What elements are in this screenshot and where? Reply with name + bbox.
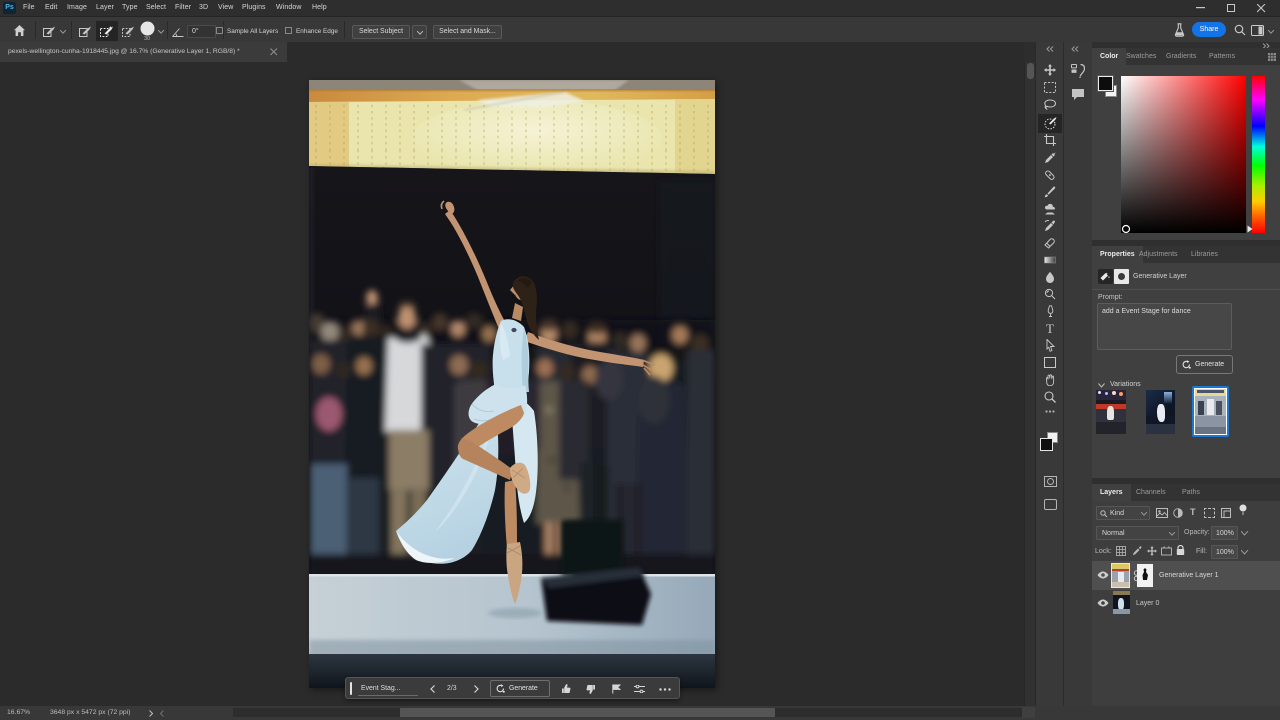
svg-text:T: T [1046, 322, 1054, 335]
